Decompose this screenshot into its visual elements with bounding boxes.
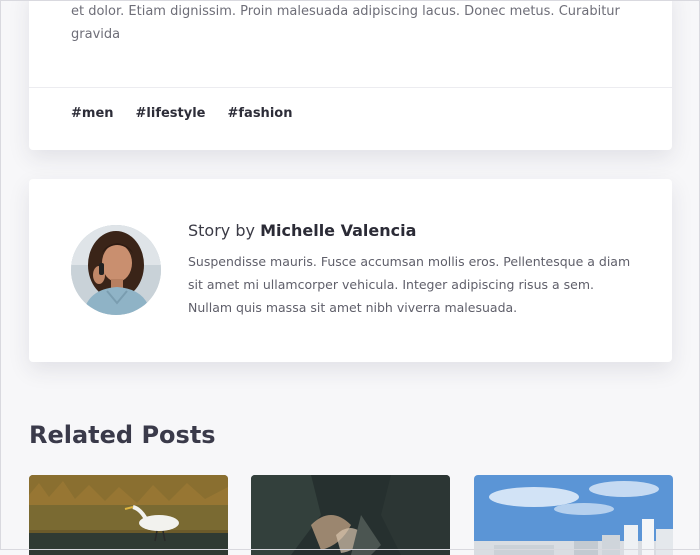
related-post-thumb-egret[interactable] bbox=[29, 475, 228, 555]
author-body: Story by Michelle Valencia Suspendisse m… bbox=[188, 221, 638, 319]
author-name[interactable]: Michelle Valencia bbox=[260, 221, 416, 240]
divider bbox=[29, 87, 672, 88]
egret-image bbox=[29, 475, 228, 555]
author-prefix: Story by bbox=[188, 221, 255, 240]
author-card: Story by Michelle Valencia Suspendisse m… bbox=[29, 179, 672, 362]
tag-men[interactable]: #men bbox=[71, 106, 114, 121]
tag-list: #men #lifestyle #fashion bbox=[71, 106, 292, 121]
author-heading: Story by Michelle Valencia bbox=[188, 221, 638, 240]
author-bio: Suspendisse mauris. Fusce accumsan molli… bbox=[188, 254, 631, 315]
canyon-image bbox=[251, 475, 450, 555]
city-image bbox=[474, 475, 673, 555]
related-post-thumb-canyon[interactable] bbox=[251, 475, 450, 555]
tag-lifestyle[interactable]: #lifestyle bbox=[136, 106, 206, 121]
tag-fashion[interactable]: #fashion bbox=[228, 106, 293, 121]
related-post-thumb-city[interactable] bbox=[474, 475, 673, 555]
related-posts-title: Related Posts bbox=[29, 421, 216, 449]
article-card: et dolor. Etiam dignissim. Proin malesua… bbox=[29, 0, 672, 150]
article-text: et dolor. Etiam dignissim. Proin malesua… bbox=[71, 4, 620, 42]
author-photo bbox=[71, 225, 161, 315]
author-avatar bbox=[71, 225, 161, 315]
